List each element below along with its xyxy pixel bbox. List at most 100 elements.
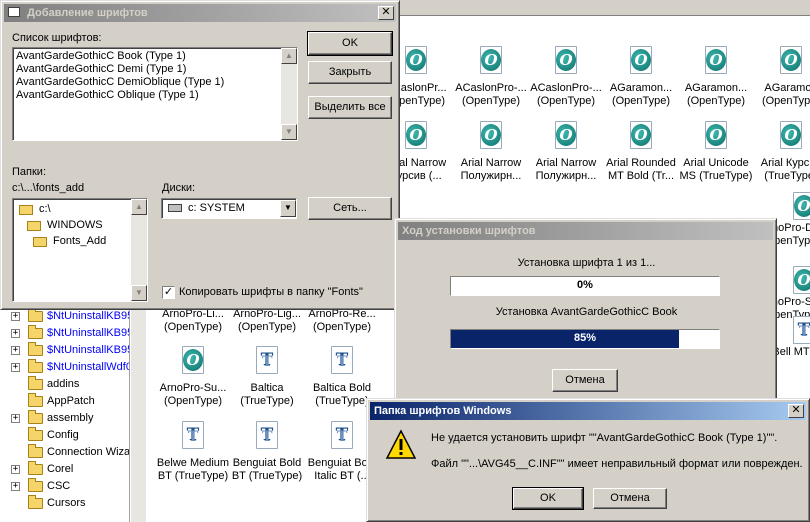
tree-item[interactable]: AppPatch — [0, 393, 129, 410]
opentype-font-icon: O — [791, 192, 810, 222]
chevron-down-icon[interactable]: ▼ — [280, 200, 296, 217]
opentype-font-icon: O — [553, 121, 579, 151]
progress-cancel-button[interactable]: Отмена — [552, 369, 618, 392]
expand-plus-icon[interactable]: + — [11, 414, 20, 423]
tree-item-label: CSC — [47, 480, 71, 492]
folder-tree[interactable]: +$hf_mig$+$NtUninstallKB95+$NtUninstallK… — [0, 290, 130, 522]
font-file-item[interactable]: O AGaramon... (OpenType) — [603, 46, 679, 108]
fonts-listbox[interactable]: AvantGardeGothicC Book (Type 1) AvantGard… — [12, 47, 298, 141]
truetype-font-icon: T — [329, 421, 355, 451]
font-file-item[interactable]: O ACaslonPro-... (OpenType) — [528, 46, 604, 108]
font-file-item[interactable]: O Arial Narrow Полужирн... — [528, 121, 604, 183]
folder-icon — [28, 427, 43, 441]
progress-titlebar[interactable]: Ход установки шрифтов — [398, 222, 773, 240]
close-icon[interactable]: ✕ — [788, 404, 804, 418]
error-ok-button[interactable]: OK — [512, 487, 584, 510]
font-file-label: ArnoPro-Su... — [159, 382, 227, 394]
font-file-label: (TrueType) — [240, 395, 294, 407]
error-cancel-button[interactable]: Отмена — [593, 488, 667, 509]
expand-plus-icon[interactable]: + — [11, 312, 20, 321]
tree-item[interactable]: + $NtUninstallWdf0 — [0, 359, 130, 376]
expand-plus-icon[interactable]: + — [11, 465, 20, 474]
font-list-item[interactable]: AvantGardeGothicC Book (Type 1) — [16, 50, 278, 63]
tree-item[interactable]: + $NtUninstallKB95 — [0, 325, 129, 342]
tree-item-label: Corel — [47, 463, 74, 475]
truetype-font-icon: T — [254, 346, 280, 376]
font-file-item[interactable]: O AGaramon(OpenType) — [753, 46, 810, 108]
font-file-label: (OpenType) — [312, 321, 372, 333]
scroll-up-icon[interactable]: ▲ — [281, 48, 297, 64]
tree-item[interactable]: + CSC — [0, 478, 129, 495]
ok-button[interactable]: OK — [307, 31, 393, 56]
font-file-item[interactable]: T Belwe MediumBT (TrueType) — [155, 421, 231, 483]
expand-plus-icon[interactable]: + — [11, 482, 20, 491]
error-title: Папка шрифтов Windows — [374, 405, 512, 417]
fonts-list-label: Список шрифтов: — [12, 32, 102, 44]
tree-item[interactable]: Connection Wiza — [0, 444, 129, 461]
expand-plus-icon[interactable]: + — [11, 329, 20, 338]
close-button[interactable]: Закрыть — [308, 61, 392, 84]
font-file-item[interactable]: O Arial Rounded MT Bold (Tr... — [603, 121, 679, 183]
expand-plus-icon[interactable]: + — [11, 363, 20, 372]
folder-node-label: Fonts_Add — [53, 235, 107, 247]
font-file-item[interactable]: O Arial Курсив(TrueType) — [753, 121, 810, 183]
font-file-label: Полужирн... — [460, 170, 522, 182]
tree-item[interactable]: Cursors — [0, 495, 129, 512]
font-file-label: (OpenType) — [686, 95, 746, 107]
opentype-font-icon: O — [403, 121, 429, 151]
fonts-list-scrollbar[interactable]: ▲ ▼ — [281, 48, 297, 140]
font-file-label: Arial Narrow — [460, 157, 522, 169]
scroll-down-icon[interactable]: ▼ — [131, 285, 147, 301]
error-titlebar[interactable]: Папка шрифтов Windows ✕ — [370, 402, 806, 420]
tree-item[interactable]: + Corel — [0, 461, 129, 478]
font-file-item[interactable]: T Benguiat BoldBT (TrueType) — [229, 421, 305, 483]
font-list-item[interactable]: AvantGardeGothicC DemiOblique (Type 1) — [16, 76, 278, 89]
tree-item-label: Config — [47, 429, 79, 441]
folder-node-fonts-add[interactable]: Fonts_Add — [31, 234, 131, 250]
tree-item[interactable]: + $NtUninstallKB95 — [0, 308, 129, 325]
add-fonts-titlebar[interactable]: Добавление шрифтов ✕ — [4, 4, 396, 22]
font-list-item[interactable]: AvantGardeGothicC Demi (Type 1) — [16, 63, 278, 76]
tree-item-label: $NtUninstallWdf0 — [47, 361, 130, 373]
tree-item-label: AppPatch — [47, 395, 95, 407]
font-file-item[interactable]: O Arial Unicode MS (TrueType) — [678, 121, 754, 183]
font-file-item[interactable]: O AGaramon... (OpenType) — [678, 46, 754, 108]
opentype-font-icon: O — [478, 46, 504, 76]
folder-icon — [28, 376, 43, 390]
font-file-item[interactable]: O ArnoPro-Su... (OpenType) — [155, 346, 231, 408]
tree-item[interactable]: + $NtUninstallKB95 — [0, 342, 129, 359]
drive-select[interactable]: c: SYSTEM ▼ — [161, 198, 297, 219]
drive-value: c: SYSTEM — [188, 202, 245, 214]
expand-plus-icon[interactable]: + — [11, 346, 20, 355]
font-file-item[interactable]: T Baltica(TrueType) — [229, 346, 305, 408]
close-icon[interactable]: ✕ — [378, 6, 394, 20]
font-file-label: Arial Rounded — [606, 157, 676, 169]
select-all-button[interactable]: Выделить все — [308, 96, 392, 119]
scroll-up-icon[interactable]: ▲ — [131, 199, 147, 215]
folder-node-windows[interactable]: WINDOWS — [25, 218, 135, 234]
font-file-label: AGaramon... — [609, 82, 673, 94]
current-font-text: Установка AvantGardeGothicC Book — [495, 306, 678, 318]
font-file-label: (OpenType) — [761, 95, 810, 107]
font-file-label: Baltica — [250, 382, 284, 394]
font-error-dialog: Папка шрифтов Windows ✕ Не удается устан… — [366, 398, 810, 522]
folder-node-label: WINDOWS — [47, 219, 103, 231]
tree-item[interactable]: addins — [0, 376, 129, 393]
tree-item[interactable]: Config — [0, 427, 129, 444]
folder-node-root[interactable]: c:\ — [17, 202, 127, 218]
copy-checkbox[interactable]: ✓ — [162, 286, 175, 299]
folders-tree-box[interactable]: c:\ WINDOWS Fonts_Add ▲ ▼ — [12, 198, 148, 302]
folders-scrollbar[interactable]: ▲ ▼ — [131, 199, 147, 301]
font-file-label: AGaramon... — [684, 82, 748, 94]
font-file-item[interactable]: O ACaslonPro-... (OpenType) — [453, 46, 529, 108]
scroll-down-icon[interactable]: ▼ — [281, 124, 297, 140]
folder-node-label: c:\ — [39, 203, 51, 215]
tree-item[interactable]: + assembly — [0, 410, 129, 427]
network-button[interactable]: Сеть... — [308, 197, 392, 220]
font-file-item[interactable]: O Arial Narrow Полужирн... — [453, 121, 529, 183]
add-fonts-title: Добавление шрифтов — [27, 7, 148, 19]
folder-tree-scrollbar[interactable] — [130, 290, 146, 522]
install-step-text: Установка шрифта 1 из 1... — [517, 257, 656, 269]
font-list-item[interactable]: AvantGardeGothicC Oblique (Type 1) — [16, 89, 278, 102]
font-file-label: (OpenType) — [611, 95, 671, 107]
